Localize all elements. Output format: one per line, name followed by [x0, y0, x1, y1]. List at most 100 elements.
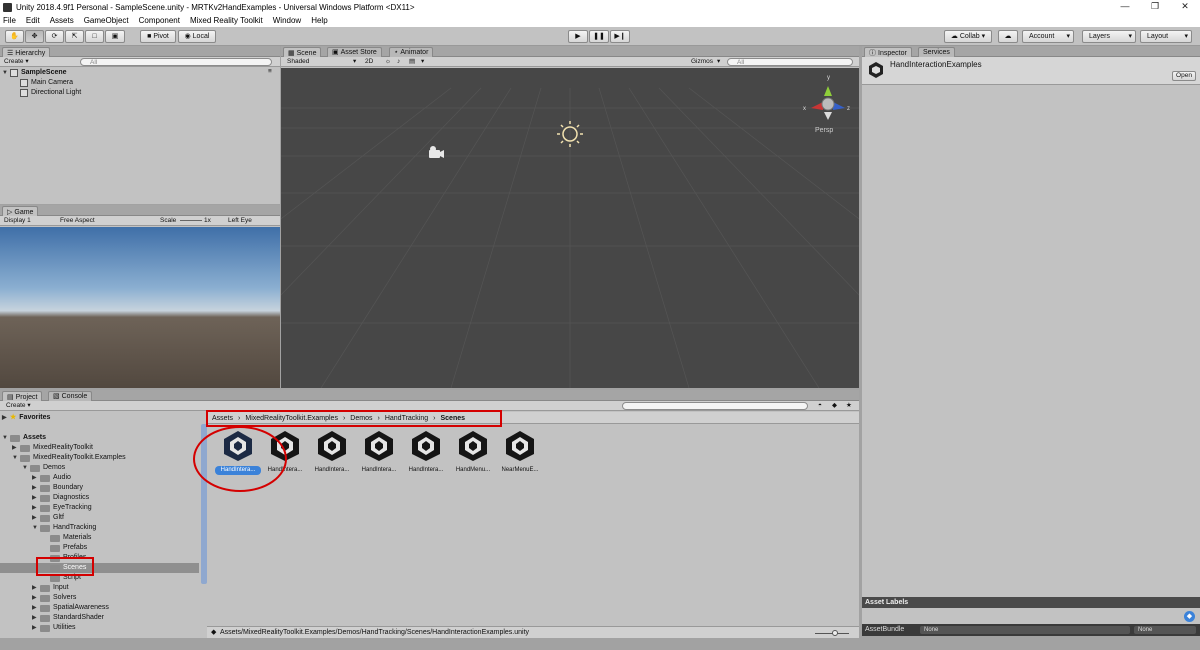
tree-item-input[interactable]: ▶ Input — [32, 583, 69, 593]
light-toggle-icon[interactable]: ☼ — [385, 58, 391, 66]
rect-tool-icon[interactable]: □ — [85, 30, 104, 43]
shading-dropdown[interactable]: Shaded — [287, 58, 309, 66]
chevron-right-icon[interactable]: ▶ — [32, 513, 40, 523]
tree-item-mixedrealitytoolkit[interactable]: ▶ MixedRealityToolkit — [12, 443, 93, 453]
chevron-right-icon[interactable]: ▶ — [32, 473, 40, 483]
project-create-button[interactable]: Create ▾ — [6, 402, 31, 410]
asset-bundle-dropdown[interactable]: None — [920, 626, 1130, 634]
menu-mixed-reality-toolkit[interactable]: Mixed Reality Toolkit — [190, 16, 263, 25]
tree-item-handtracking[interactable]: ▼ HandTracking — [32, 523, 96, 533]
tree-item-boundary[interactable]: ▶ Boundary — [32, 483, 83, 493]
layout-dropdown[interactable]: Layout ▾ — [1140, 30, 1192, 43]
tree-item-prefabs[interactable]: Prefabs — [42, 543, 87, 553]
chevron-down-icon[interactable]: ▼ — [22, 463, 30, 473]
chevron-right-icon[interactable]: ▶ — [32, 613, 40, 623]
chevron-right-icon[interactable]: ▶ — [32, 623, 40, 633]
pause-button[interactable]: ❚❚ — [589, 30, 609, 43]
tree-item-assets[interactable]: ▼ Assets — [2, 433, 46, 443]
chevron-right-icon[interactable]: ▶ — [32, 493, 40, 503]
tree-item-diagnostics[interactable]: ▶ Diagnostics — [32, 493, 89, 503]
asset-variant-dropdown[interactable]: None — [1134, 626, 1196, 634]
tree-item-scenes[interactable]: Scenes — [0, 563, 199, 573]
tree-item-utilities[interactable]: ▶ Utilities — [32, 623, 76, 633]
menu-file[interactable]: File — [3, 16, 16, 25]
slider-handle[interactable] — [832, 630, 838, 636]
layers-dropdown[interactable]: Layers ▾ — [1082, 30, 1136, 43]
step-button[interactable]: ▶❙ — [610, 30, 630, 43]
scene-root[interactable]: ▼ SampleScene — [2, 68, 67, 78]
chevron-right-icon[interactable]: ▶ — [12, 443, 20, 453]
tree-item-solvers[interactable]: ▶ Solvers — [32, 593, 76, 603]
menu-gameobject[interactable]: GameObject — [84, 16, 129, 25]
scene-asset-tile[interactable]: NearMenuE... — [497, 428, 543, 478]
scene-search-input[interactable]: All — [727, 58, 853, 66]
minimize-icon[interactable]: — — [1110, 0, 1140, 14]
chevron-right-icon[interactable]: ▶ — [32, 503, 40, 513]
effects-dropdown-icon[interactable]: ▤ — [409, 58, 415, 66]
gizmos-dropdown[interactable]: Gizmos — [691, 58, 713, 66]
tab-console[interactable]: ▧ Console — [48, 391, 93, 401]
eye-dropdown[interactable]: Left Eye — [228, 217, 252, 225]
favorites-item[interactable]: ▶ ★ Favorites — [2, 413, 50, 423]
tree-item-spatialawareness[interactable]: ▶ SpatialAwareness — [32, 603, 109, 613]
tree-item-materials[interactable]: Materials — [42, 533, 91, 543]
audio-toggle-icon[interactable]: ♪ — [397, 58, 400, 66]
tree-item-gltf[interactable]: ▶ Gltf — [32, 513, 64, 523]
restore-icon[interactable]: ❐ — [1140, 0, 1170, 14]
tab-animator[interactable]: ⋆ Animator — [389, 47, 434, 57]
display-dropdown[interactable]: Display 1 — [4, 217, 31, 225]
filter-label-icon[interactable]: ◆ — [832, 402, 837, 410]
persp-label[interactable]: Persp — [815, 127, 833, 134]
menu-component[interactable]: Component — [139, 16, 180, 25]
pivot-toggle[interactable]: ■ Pivot — [140, 30, 176, 43]
game-viewport[interactable] — [0, 227, 280, 388]
scene-asset-tile[interactable]: HandIntera... — [356, 428, 402, 478]
filter-type-icon[interactable]: ◓ — [818, 402, 822, 410]
scene-asset-tile[interactable]: HandMenu... — [450, 428, 496, 478]
play-button[interactable]: ▶ — [568, 30, 588, 43]
hand-tool-icon[interactable]: ✋ — [5, 30, 24, 43]
chevron-down-icon[interactable]: ▼ — [12, 453, 20, 463]
scene-asset-tile[interactable]: HandIntera... — [309, 428, 355, 478]
hierarchy-item-main-camera[interactable]: Main Camera — [20, 78, 73, 88]
tree-item-mixedrealitytoolkit-examples[interactable]: ▼ MixedRealityToolkit.Examples — [12, 453, 126, 463]
local-toggle[interactable]: ◉ Local — [178, 30, 216, 43]
scene-viewport[interactable]: y x z Persp — [281, 68, 859, 388]
chevron-right-icon[interactable]: ▶ — [32, 593, 40, 603]
tree-item-standardshader[interactable]: ▶ StandardShader — [32, 613, 104, 623]
menu-window[interactable]: Window — [273, 16, 301, 25]
favorite-star-icon[interactable]: ★ — [846, 402, 852, 410]
account-dropdown[interactable]: Account ▾ — [1022, 30, 1074, 43]
menu-assets[interactable]: Assets — [50, 16, 74, 25]
tree-item-demos[interactable]: ▼ Demos — [22, 463, 65, 473]
move-tool-icon[interactable]: ✥ — [25, 30, 44, 43]
hierarchy-create-button[interactable]: Create ▾ — [4, 58, 29, 66]
chevron-right-icon[interactable]: ▶ — [32, 603, 40, 613]
tab-services[interactable]: Services — [918, 47, 955, 57]
chevron-down-icon[interactable]: ▼ — [32, 523, 40, 533]
chevron-right-icon[interactable]: ▶ — [32, 583, 40, 593]
close-icon[interactable]: ✕ — [1170, 0, 1200, 14]
scale-tool-icon[interactable]: ⇱ — [65, 30, 84, 43]
rotate-tool-icon[interactable]: ⟳ — [45, 30, 64, 43]
mode-2d-toggle[interactable]: 2D — [365, 58, 373, 66]
aspect-dropdown[interactable]: Free Aspect — [60, 217, 95, 225]
hierarchy-item-directional-light[interactable]: Directional Light — [20, 88, 81, 98]
project-search-input[interactable] — [622, 402, 808, 410]
scene-menu-icon[interactable]: ≡ — [268, 68, 272, 76]
collab-button[interactable]: ☁ Collab ▾ — [944, 30, 992, 43]
hierarchy-search-input[interactable]: All — [80, 58, 272, 66]
scene-asset-tile[interactable]: HandIntera... — [403, 428, 449, 478]
menu-edit[interactable]: Edit — [26, 16, 40, 25]
cloud-icon[interactable]: ☁ — [998, 30, 1018, 43]
tab-asset-store[interactable]: ▣ Asset Store — [327, 47, 382, 57]
chevron-right-icon[interactable]: ▶ — [32, 483, 40, 493]
open-button[interactable]: Open — [1172, 71, 1196, 81]
tree-item-audio[interactable]: ▶ Audio — [32, 473, 71, 483]
menu-help[interactable]: Help — [311, 16, 327, 25]
tree-item-eyetracking[interactable]: ▶ EyeTracking — [32, 503, 92, 513]
scale-slider[interactable] — [180, 220, 202, 221]
transform-tool-icon[interactable]: ▣ — [105, 30, 125, 43]
tag-icon[interactable]: ◆ — [1184, 611, 1195, 622]
chevron-down-icon[interactable]: ▼ — [2, 433, 10, 443]
